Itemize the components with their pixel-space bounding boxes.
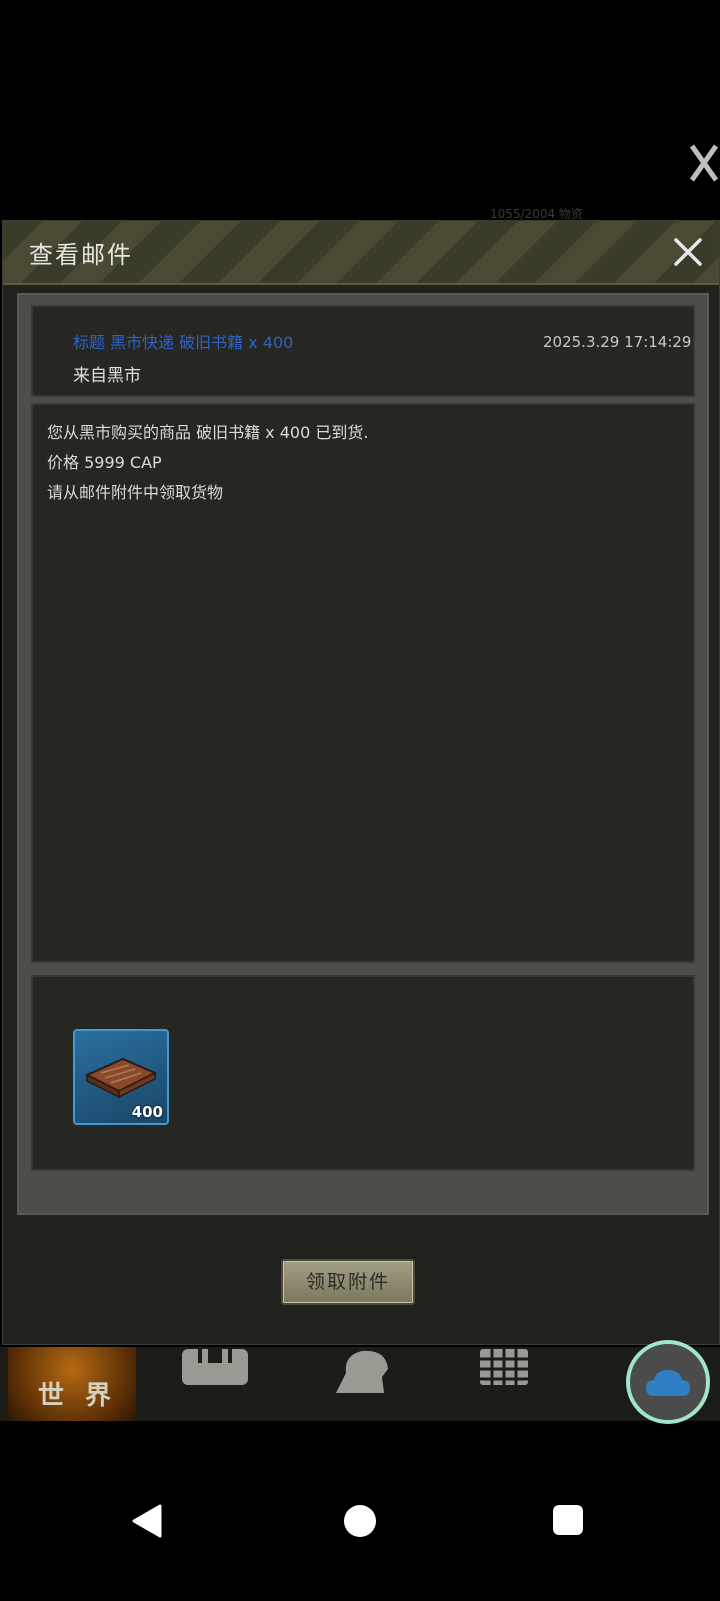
mail-body-line: 价格 5999 CAP [47, 453, 162, 472]
old-books-icon [84, 1057, 158, 1099]
back-icon[interactable] [130, 1502, 164, 1540]
claim-attachment-button[interactable]: 领取附件 [281, 1259, 415, 1305]
dialog-header: 查看邮件 [3, 221, 719, 285]
cloud-button[interactable] [626, 1340, 710, 1424]
bag-icon[interactable] [178, 1347, 258, 1397]
recents-icon[interactable] [552, 1504, 584, 1536]
close-icon[interactable] [667, 231, 709, 273]
mail-content-frame: 标题 黑市快递 破旧书籍 x 400 2025.3.29 17:14:29 来自… [17, 293, 709, 1215]
mail-date: 2025.3.29 17:14:29 [543, 333, 692, 351]
mail-subject: 标题 黑市快递 破旧书籍 x 400 [73, 333, 294, 352]
calendar-grid-icon[interactable] [474, 1347, 554, 1397]
attachment-area: 400 [31, 975, 695, 1171]
dialog-title: 查看邮件 [29, 241, 133, 269]
cloud-icon [646, 1370, 690, 1396]
home-icon[interactable] [343, 1504, 377, 1538]
nav-world-label: 世 界 [38, 1381, 118, 1411]
attachment-quantity: 400 [131, 1103, 163, 1121]
bottom-nav: 世 界 [0, 1347, 720, 1421]
attachment-item[interactable]: 400 [73, 1029, 169, 1125]
background-close-icon [689, 144, 719, 182]
mail-sender: 来自黑市 [73, 366, 141, 386]
mail-body-line: 您从黑市购买的商品 破旧书籍 x 400 已到货. [47, 423, 369, 442]
mail-dialog: 查看邮件 标题 黑市快递 破旧书籍 x 400 2025.3.29 17:14:… [2, 220, 720, 1345]
mail-body-line: 请从邮件附件中领取货物 [47, 483, 224, 502]
nav-world-tab[interactable]: 世 界 [8, 1347, 136, 1421]
head-profile-icon[interactable] [326, 1347, 406, 1397]
system-navigation-bar [0, 1480, 720, 1601]
mail-body[interactable]: 您从黑市购买的商品 破旧书籍 x 400 已到货. 价格 5999 CAP 请从… [31, 403, 695, 963]
mail-header: 标题 黑市快递 破旧书籍 x 400 2025.3.29 17:14:29 来自… [31, 305, 695, 397]
